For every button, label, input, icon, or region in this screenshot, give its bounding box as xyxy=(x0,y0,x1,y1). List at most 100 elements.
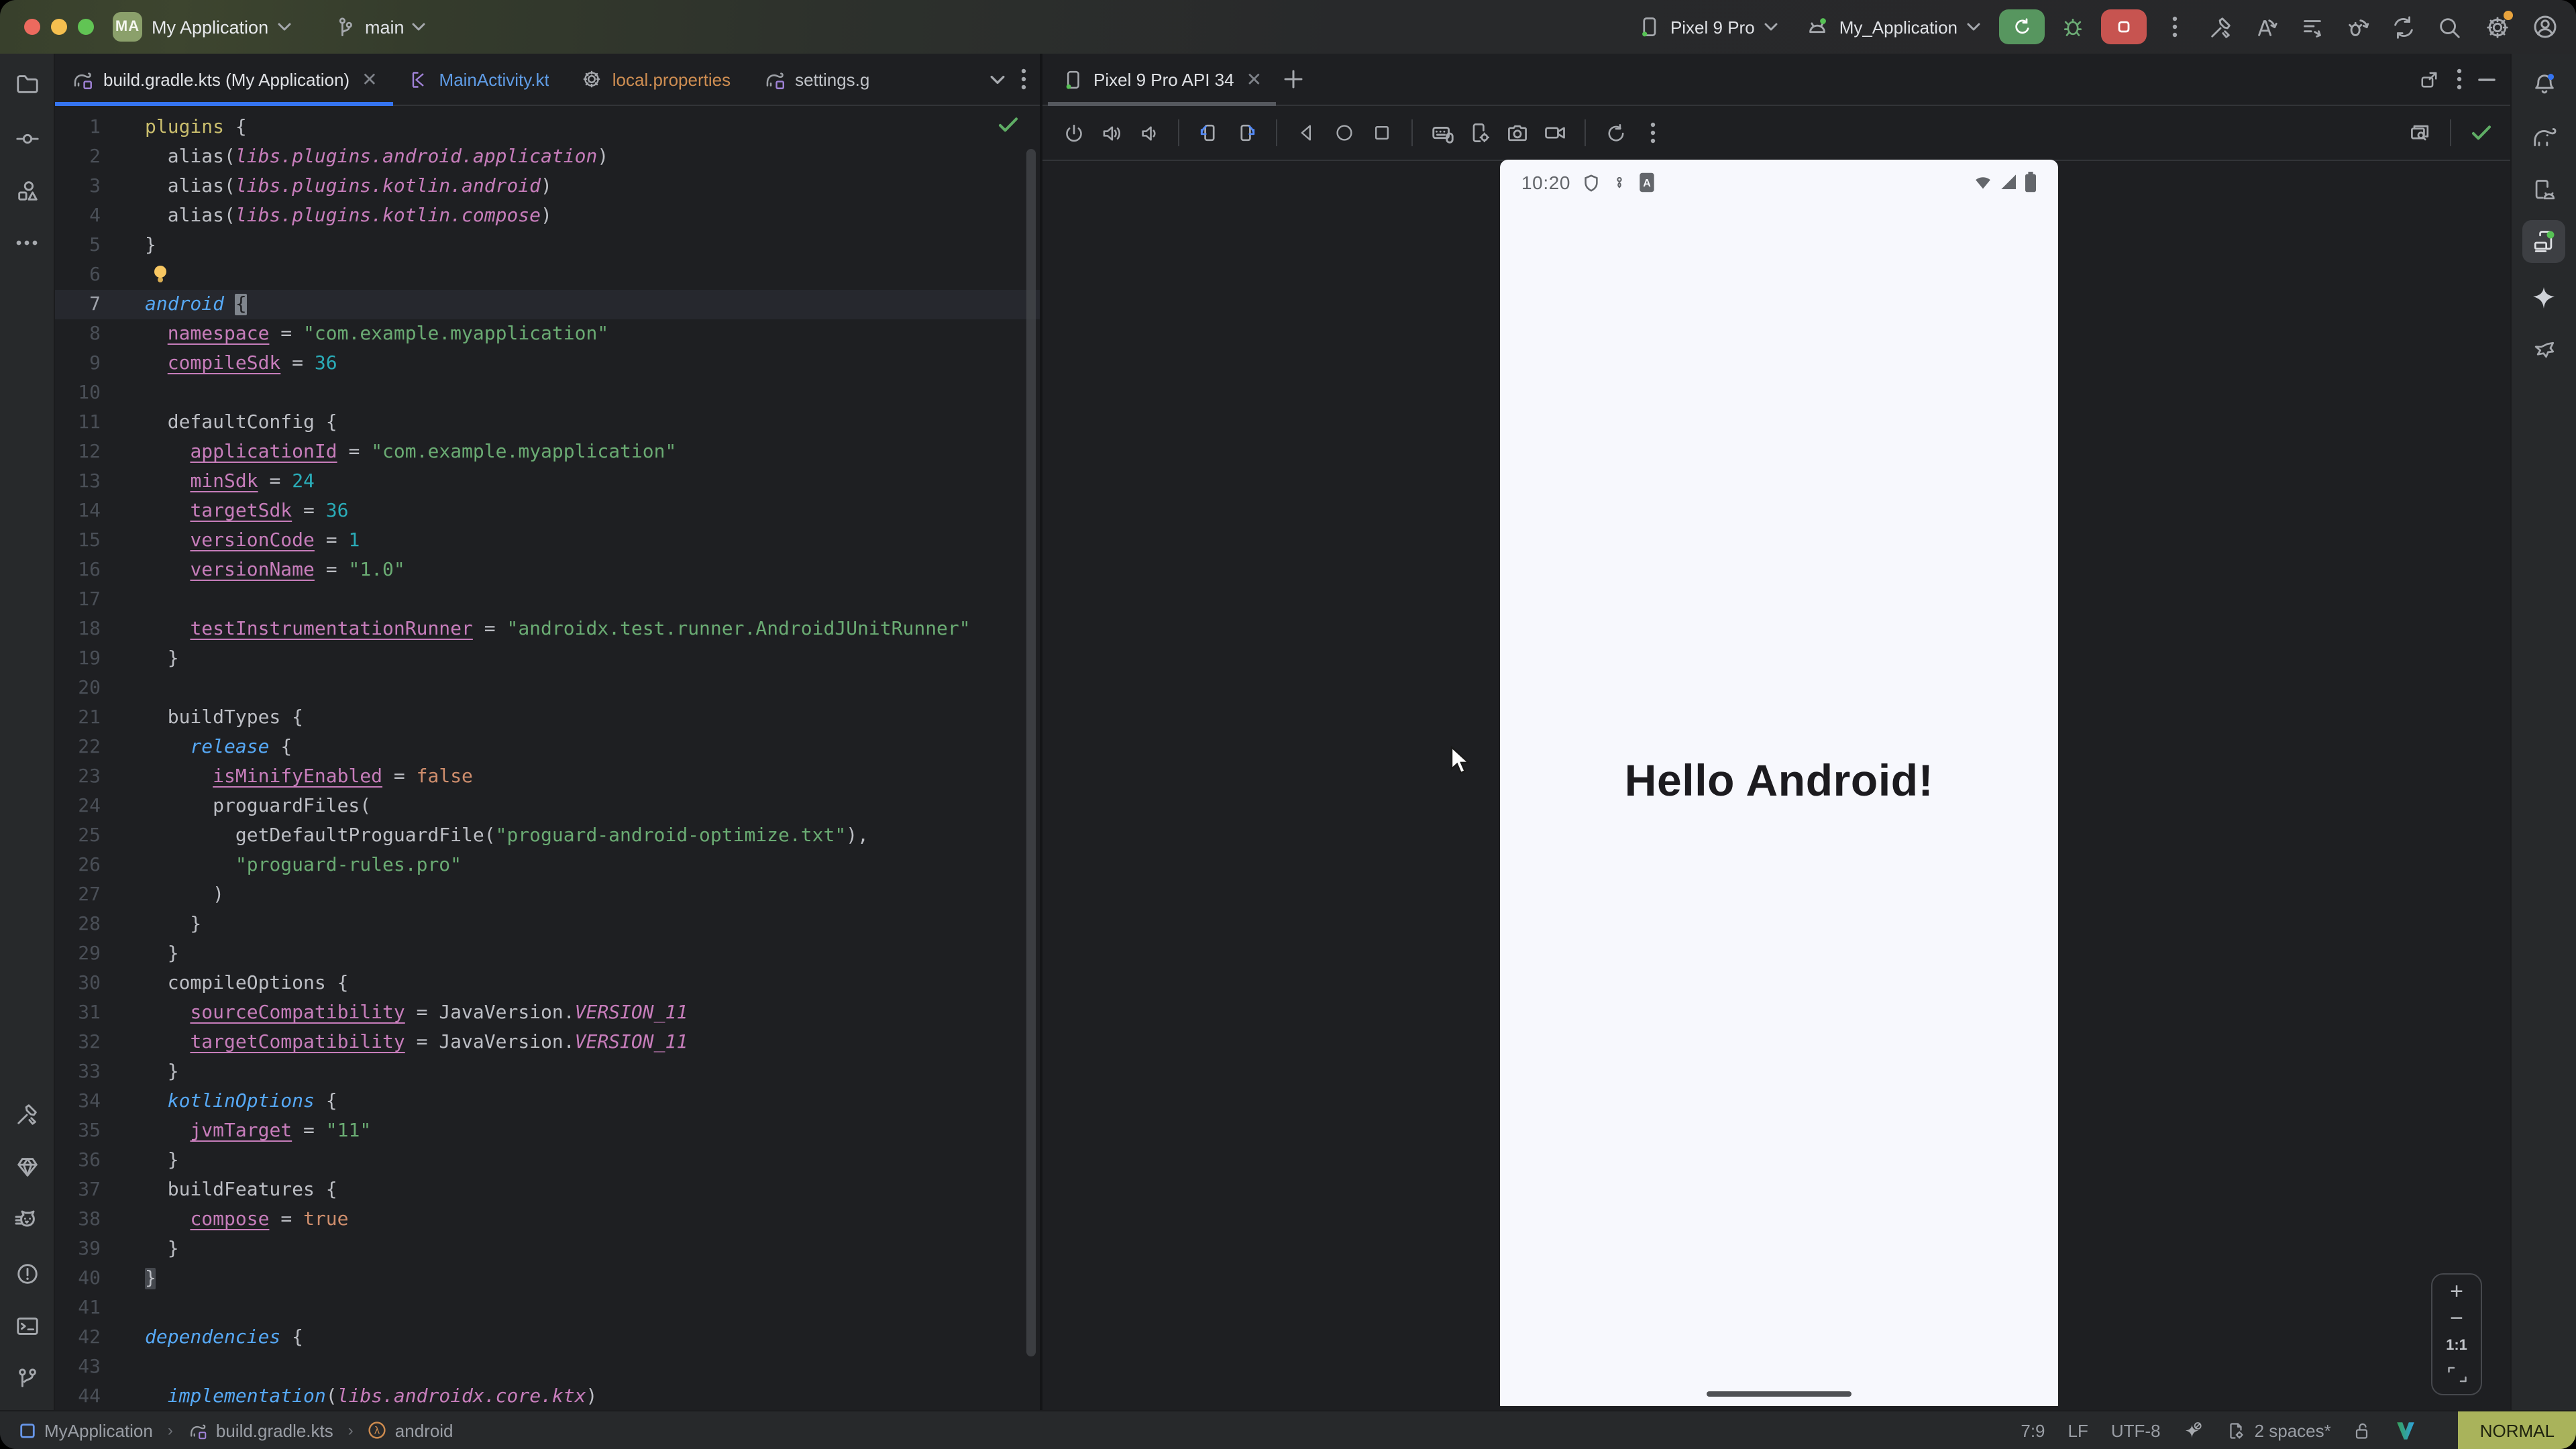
code-line[interactable]: 35 jvmTarget = "11" xyxy=(55,1116,1040,1146)
debug-app-button[interactable] xyxy=(2055,9,2090,44)
code-line[interactable]: 42dependencies { xyxy=(55,1323,1040,1352)
code-line[interactable]: 37 buildFeatures { xyxy=(55,1175,1040,1205)
code-line[interactable]: 22 release { xyxy=(55,733,1040,762)
code-line[interactable]: 43 xyxy=(55,1352,1040,1382)
version-control-tool-button[interactable] xyxy=(9,1360,44,1395)
hardware-input-button[interactable] xyxy=(1425,115,1460,150)
logcat-tool-button[interactable] xyxy=(9,1203,44,1238)
code-line[interactable]: 23 isMinifyEnabled = false xyxy=(55,762,1040,792)
tab-local-properties[interactable]: local.properties xyxy=(566,54,747,105)
editor-scrollbar[interactable] xyxy=(1026,149,1036,1356)
code-line[interactable]: 8 namespace = "com.example.myapplication… xyxy=(55,319,1040,349)
code-line[interactable]: 31 sourceCompatibility = JavaVersion.VER… xyxy=(55,998,1040,1028)
code-line[interactable]: 6 xyxy=(55,260,1040,290)
breadcrumb-project[interactable]: MyApplication xyxy=(44,1420,153,1440)
code-line[interactable]: 9 compileSdk = 36 xyxy=(55,349,1040,378)
screenshot-button[interactable] xyxy=(1500,115,1535,150)
build-tool-button[interactable] xyxy=(9,1096,44,1131)
code-line[interactable]: 30 compileOptions { xyxy=(55,969,1040,998)
more-tool-windows-button[interactable] xyxy=(9,225,44,260)
code-line[interactable]: 14 targetSdk = 36 xyxy=(55,496,1040,526)
zoom-fit-icon[interactable] xyxy=(2447,1366,2467,1383)
close-device-tab-icon[interactable]: ✕ xyxy=(1246,68,1262,91)
search-everywhere-button[interactable] xyxy=(2431,9,2466,44)
profiler-button[interactable] xyxy=(2294,9,2329,44)
indent-widget[interactable]: 2 spaces* xyxy=(2226,1420,2331,1440)
rerun-app-button[interactable] xyxy=(1999,9,2045,44)
volume-up-button[interactable] xyxy=(1093,115,1128,150)
open-in-window-icon[interactable] xyxy=(2418,68,2440,91)
panel-options-kebab-icon[interactable] xyxy=(2457,68,2462,90)
device-selector[interactable]: Pixel 9 Pro xyxy=(1629,15,1786,39)
device-tab-pixel9pro[interactable]: Pixel 9 Pro API 34 ✕ xyxy=(1048,54,1275,105)
run-configuration-selector[interactable]: My_Application xyxy=(1796,14,1988,40)
code-line[interactable]: 28 } xyxy=(55,910,1040,939)
code-line[interactable]: 24 proguardFiles( xyxy=(55,792,1040,821)
project-widget[interactable]: MA My Application xyxy=(113,0,291,54)
breadcrumb-file[interactable]: build.gradle.kts xyxy=(216,1420,333,1440)
commit-tool-button[interactable] xyxy=(9,121,44,156)
build-project-button[interactable] xyxy=(2203,9,2238,44)
code-line[interactable]: 3 alias(libs.plugins.kotlin.android) xyxy=(55,172,1040,201)
maximize-window-button[interactable] xyxy=(78,19,94,35)
caret-position-widget[interactable]: 7:9 xyxy=(2021,1420,2045,1440)
code-line[interactable]: 25 getDefaultProguardFile("proguard-andr… xyxy=(55,821,1040,851)
power-button[interactable] xyxy=(1056,115,1091,150)
project-tool-button[interactable] xyxy=(9,66,44,101)
gradle-tool-button[interactable] xyxy=(2522,115,2565,158)
gesture-navigation-bar[interactable] xyxy=(1707,1391,1851,1397)
breadcrumb-element[interactable]: android xyxy=(395,1420,453,1440)
code-editor[interactable]: 1plugins {2 alias(libs.plugins.android.a… xyxy=(55,106,1040,1411)
code-line[interactable]: 13 minSdk = 24 xyxy=(55,467,1040,496)
code-line[interactable]: 15 versionCode = 1 xyxy=(55,526,1040,555)
minimize-window-button[interactable] xyxy=(51,19,67,35)
code-line[interactable]: 36 } xyxy=(55,1146,1040,1175)
code-line[interactable]: 2 alias(libs.plugins.android.application… xyxy=(55,142,1040,172)
vcs-branch-widget[interactable]: main xyxy=(333,0,426,54)
notifications-button[interactable] xyxy=(2522,62,2565,105)
add-device-tab-button[interactable] xyxy=(1275,62,1310,97)
code-line[interactable]: 17 xyxy=(55,585,1040,614)
tab-list-chevron-icon[interactable] xyxy=(990,74,1005,84)
apply-changes-button[interactable] xyxy=(2249,9,2284,44)
device-settings-button[interactable] xyxy=(1462,115,1497,150)
code-line[interactable]: 38 compose = true xyxy=(55,1205,1040,1234)
code-line[interactable]: 10 xyxy=(55,378,1040,408)
more-run-actions-button[interactable] xyxy=(2157,9,2192,44)
profile-avatar-button[interactable] xyxy=(2528,9,2563,44)
inspect-screens-button[interactable] xyxy=(2403,115,2438,150)
android-overview-button[interactable] xyxy=(1364,115,1399,150)
running-devices-tool-button[interactable] xyxy=(2522,220,2565,263)
encoding-widget[interactable]: UTF-8 xyxy=(2111,1420,2161,1440)
editor-options-kebab-icon[interactable] xyxy=(1021,68,1026,90)
vim-mode-widget[interactable] xyxy=(2396,1420,2417,1440)
code-line[interactable]: 12 applicationId = "com.example.myapplic… xyxy=(55,437,1040,467)
code-line[interactable]: 1plugins { xyxy=(55,113,1040,142)
screen-record-button[interactable] xyxy=(1538,115,1572,150)
settings-button[interactable] xyxy=(2477,7,2517,47)
code-line[interactable]: 26 "proguard-rules.pro" xyxy=(55,851,1040,880)
code-line[interactable]: 27 ) xyxy=(55,880,1040,910)
android-home-button[interactable] xyxy=(1327,115,1362,150)
rotate-right-button[interactable] xyxy=(1229,115,1264,150)
code-line[interactable]: 4 alias(libs.plugins.kotlin.compose) xyxy=(55,201,1040,231)
rotate-left-button[interactable] xyxy=(1191,115,1226,150)
gemini-tool-button[interactable] xyxy=(2522,276,2565,319)
line-ending-widget[interactable]: LF xyxy=(2068,1420,2088,1440)
stop-app-button[interactable] xyxy=(2101,9,2147,44)
intention-bulb-icon[interactable] xyxy=(154,266,166,278)
volume-down-button[interactable] xyxy=(1131,115,1166,150)
zoom-actual-size-button[interactable]: 1:1 xyxy=(2446,1338,2467,1354)
zoom-out-button[interactable]: − xyxy=(2450,1312,2463,1326)
code-line[interactable]: 41 xyxy=(55,1293,1040,1323)
close-window-button[interactable] xyxy=(24,19,40,35)
ai-assistant-status[interactable] xyxy=(2184,1420,2204,1440)
close-tab-icon[interactable]: ✕ xyxy=(362,68,377,91)
code-line[interactable]: 7android { xyxy=(55,290,1040,319)
terminal-tool-button[interactable] xyxy=(9,1308,44,1343)
code-line[interactable]: 19 } xyxy=(55,644,1040,674)
attach-debugger-button[interactable] xyxy=(2340,9,2375,44)
emulator-screen[interactable]: 10:20 A Hello Android! xyxy=(1500,160,2058,1406)
sync-project-button[interactable] xyxy=(2385,9,2420,44)
code-line[interactable]: 44 implementation(libs.androidx.core.ktx… xyxy=(55,1382,1040,1411)
